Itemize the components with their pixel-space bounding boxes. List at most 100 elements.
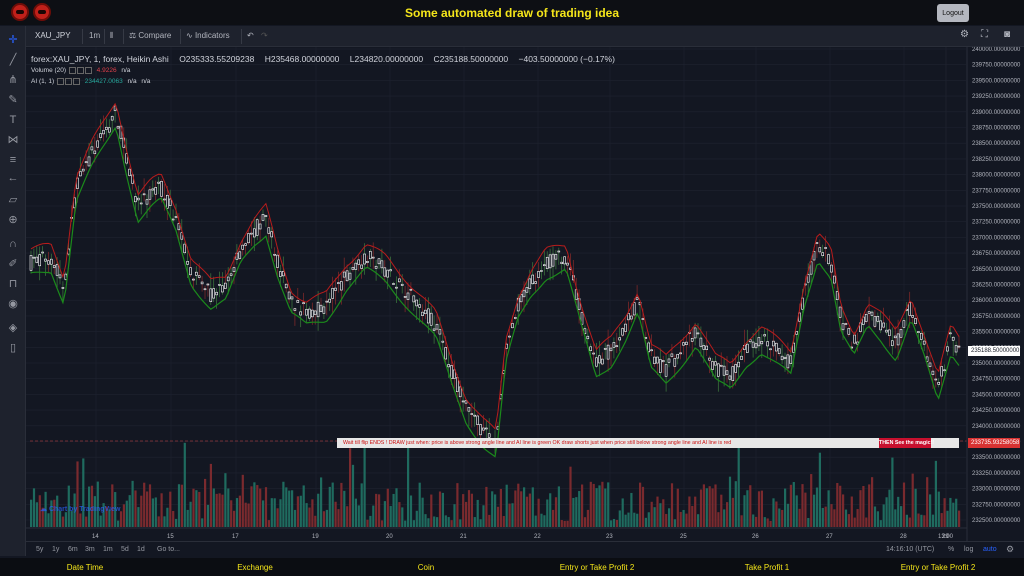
volume-bar [844,509,848,527]
volume-bar [842,494,845,527]
candle-body [815,242,819,244]
candle-body [87,156,91,167]
volume-bar [795,495,798,527]
settings-gear-icon[interactable]: ⚙ [960,29,969,40]
volume-bar [438,491,442,527]
volume-bar [206,504,210,527]
indicators-button[interactable]: ∿ Indicators [186,31,230,40]
volume-bar [549,493,552,527]
candle-body [52,265,56,268]
candle-body [35,256,39,263]
fullscreen-icon[interactable]: ⛶ [981,29,988,40]
utc-clock[interactable]: 14:16:10 (UTC) [886,546,934,553]
candle-body [99,133,102,138]
crosshair-icon[interactable]: ✛ [5,32,21,48]
candle-body [44,258,47,262]
trash-icon[interactable]: ▯ [5,340,21,356]
tradingview-watermark[interactable]: ☁ Chart by TradingView [40,505,120,513]
volume-bar [827,490,830,527]
study-close-icon[interactable] [84,67,92,74]
series-name[interactable]: forex:XAU_JPY, 1, forex, Heikin Ashi [31,54,169,64]
range-3m[interactable]: 3m [85,546,95,553]
logout-button[interactable]: Logout [937,4,969,22]
volume-bar [792,482,795,527]
zoom-icon[interactable]: ⊕ [5,212,21,228]
range-5d[interactable]: 5d [121,546,129,553]
pencil-lock-icon[interactable]: ✐ [5,256,21,272]
study-settings-icon[interactable] [64,78,72,85]
study-visibility-icon[interactable] [68,67,76,74]
pitchfork-icon[interactable]: ⋔ [5,72,21,88]
lock-icon[interactable]: ⊓ [5,276,21,292]
candle-body [206,283,210,286]
price-chart[interactable]: 240000.00000000 239750.00000000 239500.000… [26,47,1024,541]
study-visibility-icon[interactable] [56,78,64,85]
symbol-selector[interactable]: XAU_JPY [35,31,71,40]
candle-body [647,342,651,353]
volume-bar [418,482,421,527]
camera-icon[interactable]: ◙ [1004,29,1010,40]
fib-icon[interactable]: ≡ [5,152,21,168]
arrow-left-icon[interactable]: ← [5,170,21,186]
axis-settings-gear-icon[interactable]: ⚙ [1006,544,1014,555]
time-label: 14 [92,534,99,540]
volume-bar [296,496,299,527]
ruler-icon[interactable]: ▱ [5,192,21,208]
percent-toggle[interactable]: % [948,546,954,553]
volume-bar [688,496,691,527]
study-volume[interactable]: Volume (20) 4.9226 n/a [31,67,130,74]
candle-body [476,415,479,425]
study-ai[interactable]: AI (1, 1) 234427.0063 n/a n/a [31,78,150,85]
eye-icon[interactable]: ◉ [5,296,21,312]
text-icon[interactable]: T [5,112,21,128]
candle-body [435,323,439,330]
time-label: 19 [312,534,319,540]
volume-bar [641,486,645,527]
chart-style-icon[interactable]: ⫴ [110,31,113,41]
range-6m[interactable]: 6m [68,546,78,553]
volume-bar [801,484,804,527]
redo-icon[interactable]: ↷ [261,31,268,40]
magnet-icon[interactable]: ∩ [5,236,21,252]
volume-bar [621,498,624,527]
interval-selector[interactable]: 1m [89,31,100,40]
volume-bar [82,458,85,527]
candle-body [673,358,677,367]
volume-bar [528,493,531,527]
volume-bar [163,516,166,527]
candle-body [653,356,656,364]
range-1y[interactable]: 1y [52,546,59,553]
study-value: 4.9226 [96,67,117,75]
goto-button[interactable]: Go to... [157,546,180,553]
pattern-icon[interactable]: ⋈ [5,132,21,148]
volume-bar [192,488,195,527]
candle-body [96,140,99,148]
study-settings-icon[interactable] [76,67,84,74]
layers-icon[interactable]: ◈ [5,320,21,336]
candle-body [418,304,421,308]
log-toggle[interactable]: log [964,546,973,553]
candle-body [737,361,740,368]
trend-line-icon[interactable]: ╱ [5,52,21,68]
volume-bar [798,508,801,527]
volume-bar [99,515,102,527]
range-1d[interactable]: 1d [137,546,145,553]
volume-bar [769,520,772,527]
candle-body [339,281,343,291]
candle-body [615,345,619,347]
undo-icon[interactable]: ↶ [247,31,254,40]
candle-body [885,329,888,333]
brush-icon[interactable]: ✎ [5,92,21,108]
volume-bar [653,507,656,527]
auto-toggle[interactable]: auto [983,546,997,553]
candle-body [589,346,593,351]
study-value-na: n/a [127,78,137,86]
range-1m[interactable]: 1m [103,546,113,553]
compare-button[interactable]: ⚖ Compare [129,31,171,40]
study-close-icon[interactable] [72,78,80,85]
volume-bar [465,501,468,527]
volume-bar [734,481,737,527]
volume-bar [789,484,792,527]
range-5y[interactable]: 5y [36,546,43,553]
volume-bar [876,511,879,527]
